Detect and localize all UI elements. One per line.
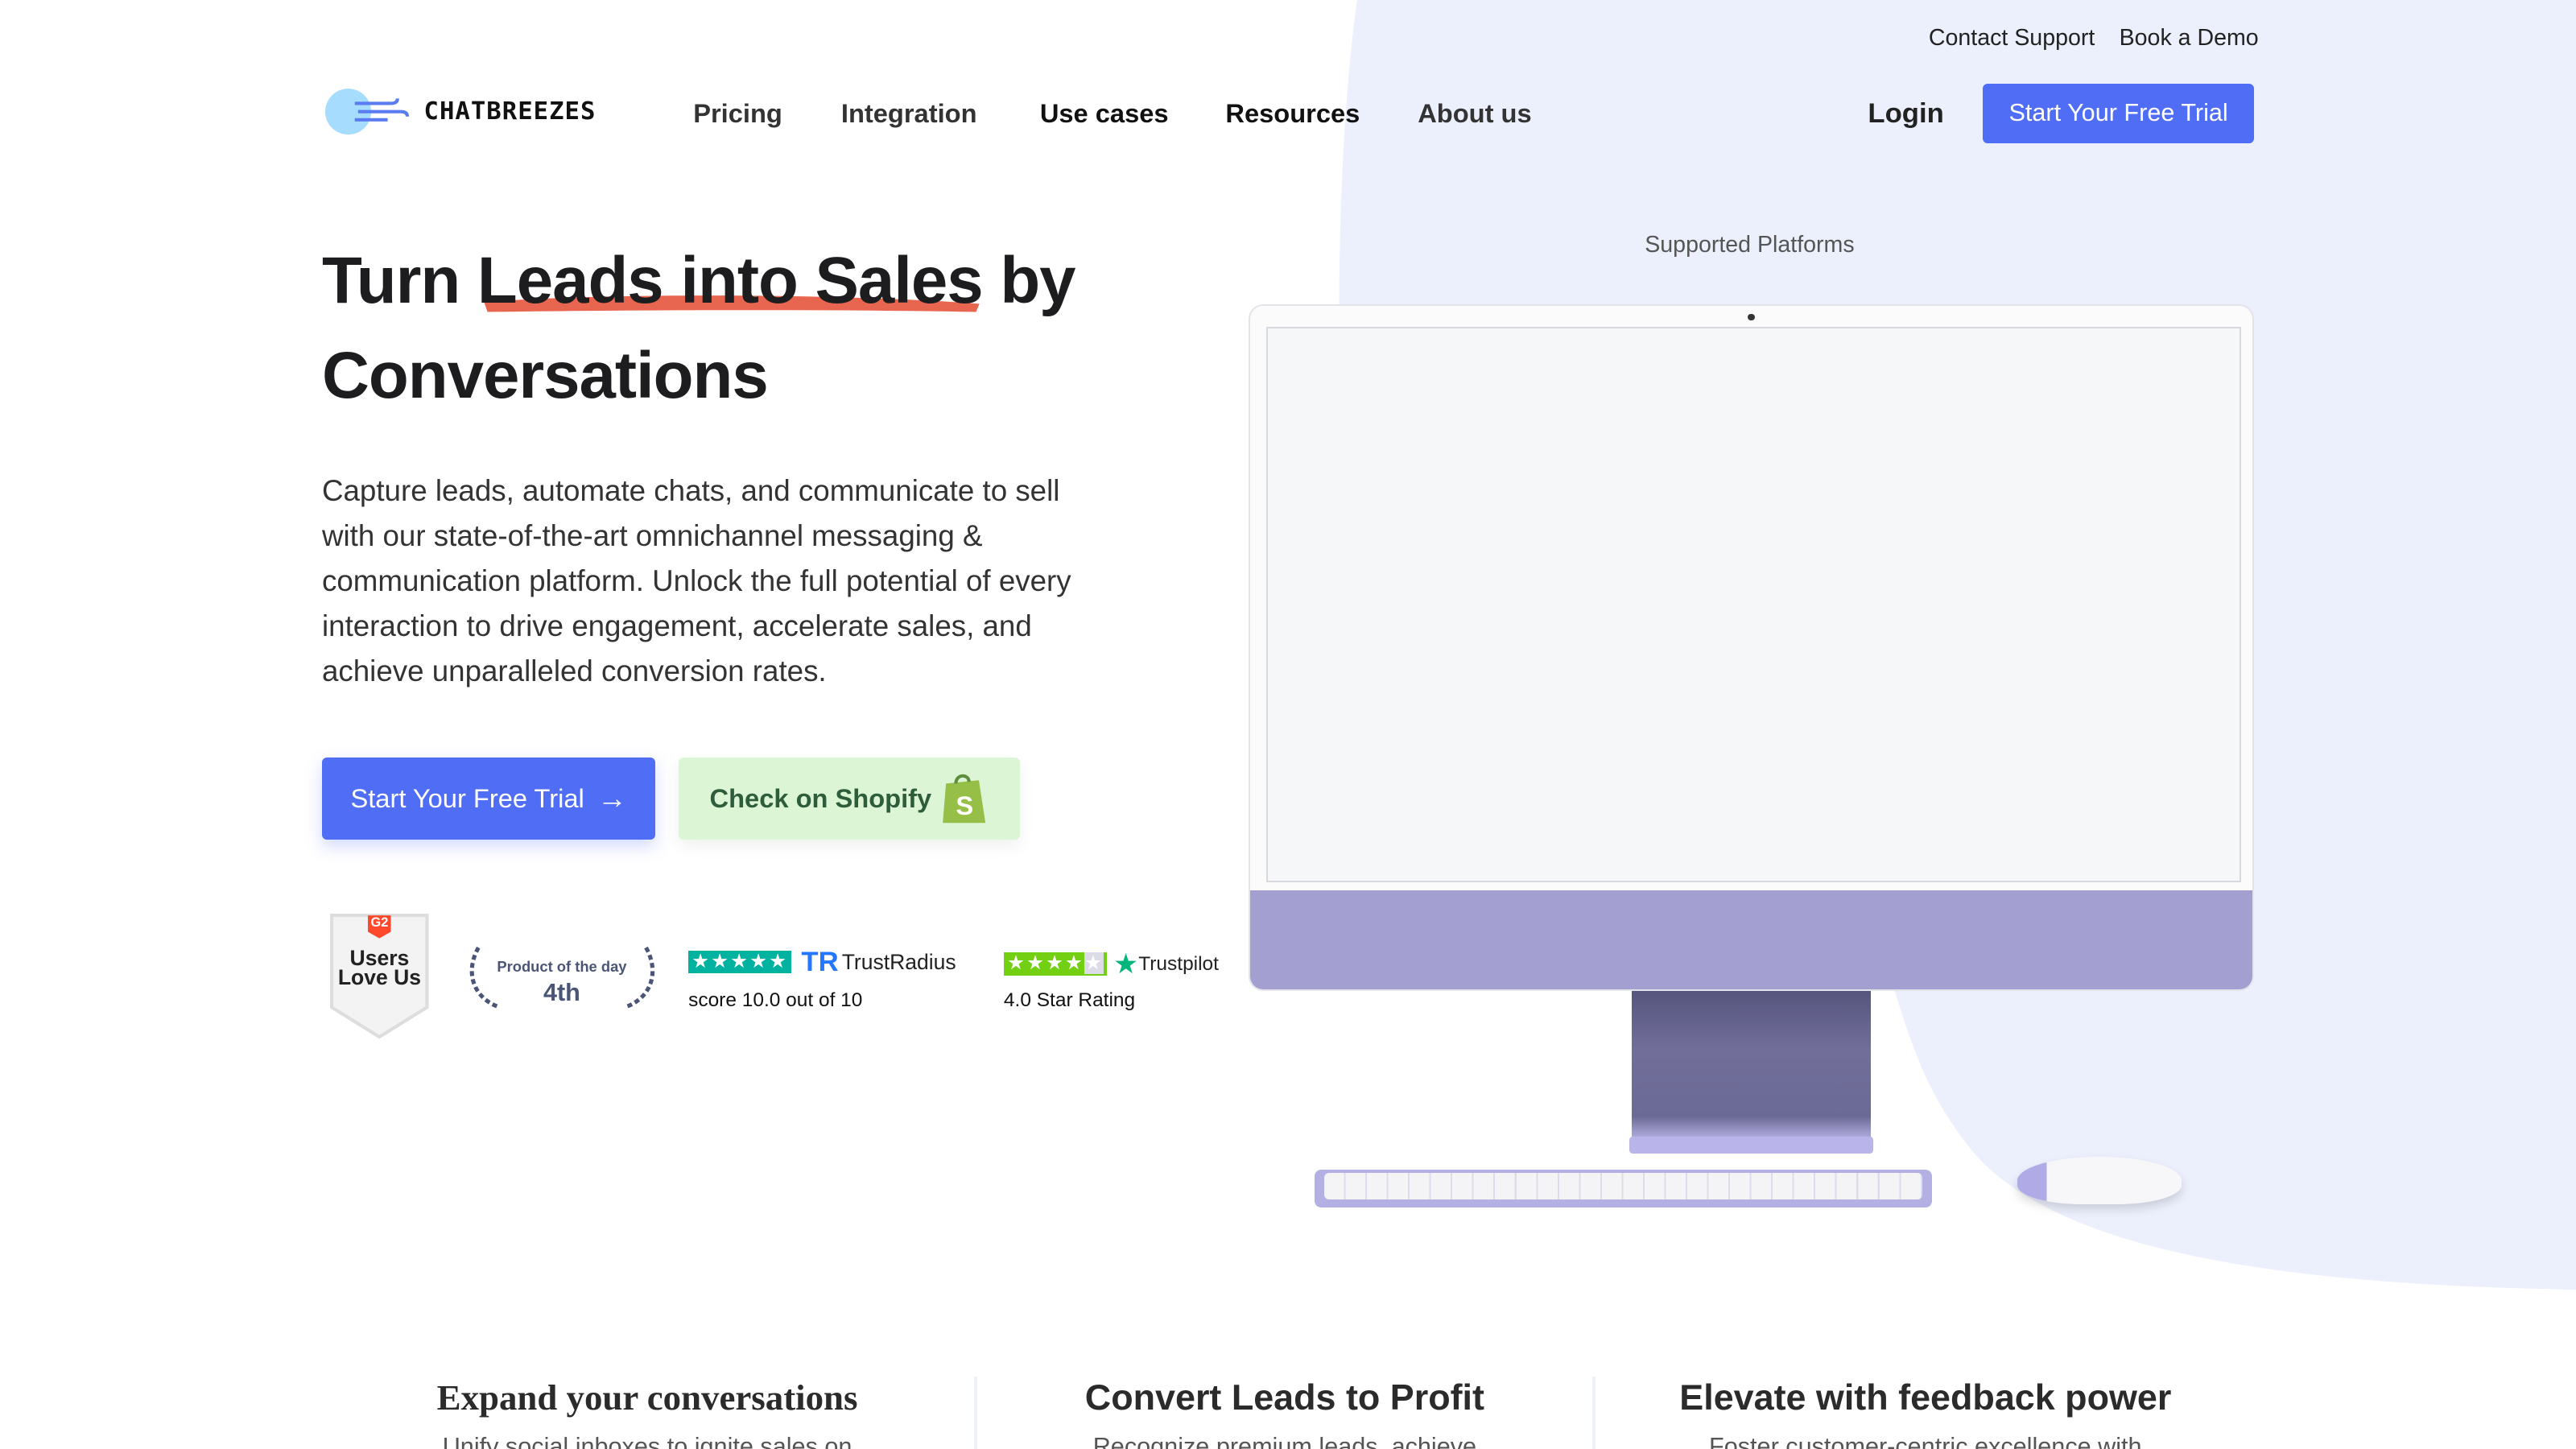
feature-title: Elevate with feedback power [1679,1377,2172,1418]
feature-desc: Unify social inboxes to ignite sales on [442,1432,852,1449]
nav-about-us[interactable]: About us [1418,98,1531,129]
svg-text:S: S [956,791,974,820]
g2-logo: G2 [370,914,389,930]
feature-title: Convert Leads to Profit [1084,1377,1484,1418]
trustpilot-brand: Trustpilot [1138,952,1219,975]
product-of-day-label: Product of the day [497,957,627,975]
contact-support-link[interactable]: Contact Support [1929,25,2095,52]
mouse-illustration [2017,1156,2182,1204]
book-demo-link[interactable]: Book a Demo [2120,25,2259,52]
monitor-illustration [1250,305,2252,989]
product-of-day-badge: Product of the day 4th [465,941,659,1013]
trustpilot-rating: 4.0 Star Rating [1003,989,1136,1011]
title-highlight: Leads into Sales [477,243,984,317]
trustradius-logo-icon: TR [801,946,839,977]
g2-text: Users Love Us [337,945,421,990]
button-label: Check on Shopify [709,782,932,813]
hero-description: Capture leads, automate chats, and commu… [321,473,1071,688]
title-part: by [982,243,1075,317]
hero-free-trial-button[interactable]: Start Your Free Trial → [321,757,656,840]
trustpilot-badge: ★★★★★ ★ Trustpilot [1003,948,1219,980]
button-label: Start Your Free Trial [350,782,584,813]
camera-icon [1748,313,1755,320]
trustpilot-star-icon: ★ [1113,948,1139,980]
feature-desc: Foster customer-centric excellence with [1709,1432,2142,1449]
divider [1591,1377,1596,1449]
brand-name: CHATBREEZES [423,97,597,126]
brand-logo[interactable]: CHATBREEZES [325,85,596,138]
supported-platforms-label: Supported Platforms [1645,231,1855,258]
trustradius-stars-icon: ★★★★★ [688,950,792,974]
login-link[interactable]: Login [1868,98,1943,130]
feature-desc: Recognize premium leads, achieve [1092,1432,1477,1449]
logo-cloud-icon [325,89,410,135]
monitor-chin [1250,890,2252,989]
trustpilot-stars-icon: ★★★★★ [1003,952,1107,976]
divider [974,1377,978,1449]
shopify-bag-icon: S [943,774,986,824]
hero-title: Turn Leads into Sales by Conversations [322,233,1242,424]
nav-integration[interactable]: Integration [841,98,977,129]
trustradius-score: score 10.0 out of 10 [688,989,863,1011]
nav-use-cases[interactable]: Use cases [1040,98,1169,129]
monitor-stand [1631,990,1872,1139]
nav-resources[interactable]: Resources [1225,98,1360,129]
feature-title: Expand your conversations [436,1377,858,1418]
nav-pricing[interactable]: Pricing [693,98,782,129]
keyboard-illustration [1314,1170,1932,1208]
monitor-screen [1266,327,2241,882]
shopify-button[interactable]: Check on Shopify S [678,757,1021,840]
g2-badge: G2 Users Love Us [328,912,431,1040]
arrow-right-icon: → [597,781,627,815]
title-part: Turn [321,243,477,317]
product-of-day-rank: 4th [543,979,580,1007]
trustradius-badge: ★★★★★ TR TrustRadius [688,947,956,978]
monitor-stand-base [1629,1137,1873,1154]
title-line2: Conversations [321,339,769,413]
trustradius-brand: TrustRadius [841,949,956,974]
page: Contact Support Book a Demo CHATBREEZES … [0,0,2576,1449]
nav-free-trial-button[interactable]: Start Your Free Trial [1983,84,2254,143]
